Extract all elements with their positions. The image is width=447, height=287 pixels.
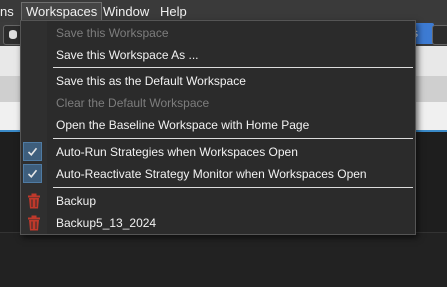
menu-window[interactable]: Window: [103, 3, 149, 20]
menu-separator: [53, 187, 413, 188]
menu-item-label: Clear the Default Workspace: [56, 96, 210, 110]
menu-item-label: Backup5_13_2024: [56, 216, 157, 230]
menu-item-label: Backup: [56, 194, 97, 208]
menu-separator: [53, 67, 413, 68]
menu-item-label: Save this Workspace: [56, 26, 169, 40]
menu-item-label: Auto-Reactivate Strategy Monitor when Wo…: [56, 167, 367, 181]
refresh-icon[interactable]: [432, 25, 447, 45]
menu-item-backup[interactable]: Backup: [21, 190, 415, 212]
menu-item-label: Save this as the Default Workspace: [56, 74, 246, 88]
menu-item-open-baseline[interactable]: Open the Baseline Workspace with Home Pa…: [21, 114, 415, 136]
checkmark-icon: [23, 164, 42, 183]
trash-icon: [28, 215, 40, 231]
menu-item-label: Open the Baseline Workspace with Home Pa…: [56, 118, 310, 132]
menu-item-auto-run[interactable]: Auto-Run Strategies when Workspaces Open: [21, 141, 415, 163]
menu-item-label: Auto-Run Strategies when Workspaces Open: [56, 145, 298, 159]
menu-item-label: Save this Workspace As ...: [56, 48, 199, 62]
menu-item-auto-reactivate[interactable]: Auto-Reactivate Strategy Monitor when Wo…: [21, 163, 415, 185]
menu-separator: [53, 138, 413, 139]
workspaces-dropdown: Save this Workspace Save this Workspace …: [20, 20, 416, 235]
bottom-panel: [0, 232, 447, 287]
menu-item-save-workspace: Save this Workspace: [21, 22, 415, 44]
menu-workspaces[interactable]: Workspaces: [21, 2, 103, 21]
menu-options[interactable]: ns: [0, 3, 14, 20]
menu-item-save-workspace-as[interactable]: Save this Workspace As ...: [21, 44, 415, 66]
menu-item-save-default[interactable]: Save this as the Default Workspace: [21, 70, 415, 92]
trash-icon: [28, 193, 40, 209]
menu-item-backup-dated[interactable]: Backup5_13_2024: [21, 212, 415, 234]
menu-item-clear-default: Clear the Default Workspace: [21, 92, 415, 114]
checkmark-icon: [23, 142, 42, 161]
menu-help[interactable]: Help: [160, 3, 187, 20]
